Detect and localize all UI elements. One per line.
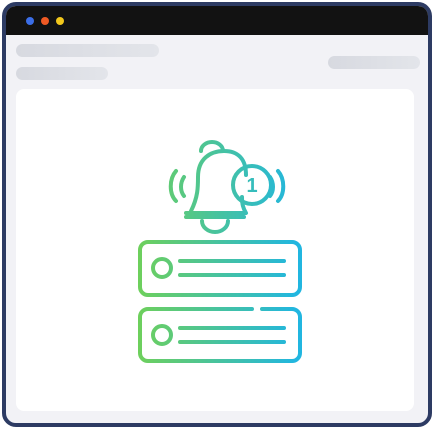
title-bar xyxy=(6,6,428,35)
close-dot[interactable] xyxy=(26,17,34,25)
browser-window: 1 xyxy=(2,2,432,427)
zoom-dot[interactable] xyxy=(56,17,64,25)
placeholder-title-line xyxy=(16,44,159,57)
content-panel: 1 xyxy=(16,89,414,411)
notification-illustration: 1 xyxy=(138,140,302,363)
minimize-dot[interactable] xyxy=(41,17,49,25)
placeholder-action-line xyxy=(328,56,420,69)
bell-icon xyxy=(184,140,248,234)
notification-card-icon xyxy=(138,240,302,297)
notification-card-icon xyxy=(138,307,302,363)
badge-count: 1 xyxy=(246,175,257,197)
placeholder-subtitle-line xyxy=(16,67,108,80)
